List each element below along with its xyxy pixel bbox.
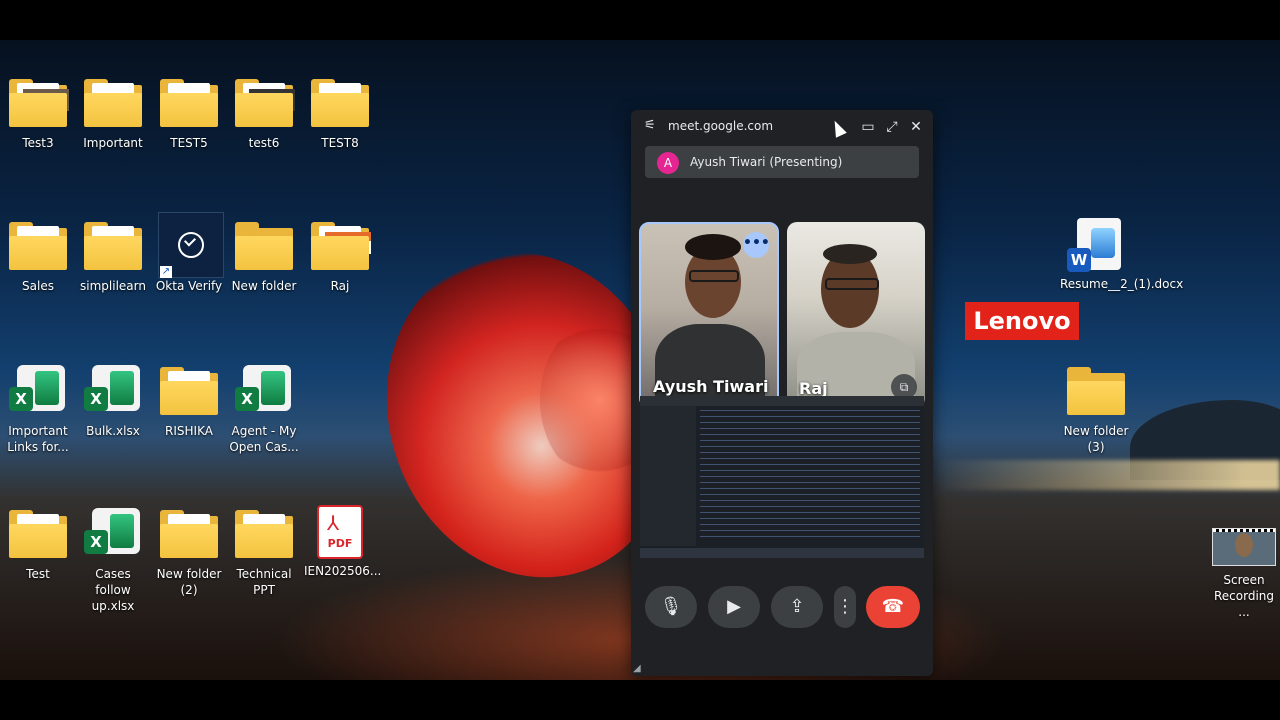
desktop-icon-label: Important	[83, 136, 143, 150]
desktop-icon-label: Resume__2_(1).docx	[1060, 277, 1184, 291]
present-screen-button[interactable]: ⇪	[771, 586, 823, 628]
desktop-icon-label: Bulk.xlsx	[86, 424, 140, 438]
desktop-icon-label: Test3	[22, 136, 54, 150]
desktop-icon-label: Screen Recording ...	[1213, 573, 1275, 619]
desktop-icon-agent-open-cases[interactable]: X Agent - My Open Cas...	[228, 365, 300, 455]
desktop-icon-label: New folder (3)	[1063, 424, 1129, 454]
desktop-icon-bulk-xlsx[interactable]: X Bulk.xlsx	[77, 365, 149, 439]
desktop-icon-important[interactable]: Important	[77, 77, 149, 151]
participant-tile-ayush[interactable]: ••• Ayush Tiwari	[639, 222, 779, 408]
presenting-banner[interactable]: A Ayush Tiwari (Presenting)	[645, 146, 919, 178]
shortcut-arrow-icon: ↗	[160, 266, 172, 278]
desktop-icon-new-folder[interactable]: New folder	[228, 220, 300, 294]
folder-icon	[235, 220, 293, 272]
wallpaper-coast-lights	[935, 460, 1280, 490]
meet-pip-window[interactable]: ⚟ meet.google.com ▭ ⤢ ✕ A Ayush Tiwari (…	[631, 110, 933, 676]
desktop-icon-new-folder-3[interactable]: New folder (3)	[1060, 365, 1132, 455]
close-icon[interactable]: ✕	[906, 117, 926, 137]
desktop-icon-new-folder-2[interactable]: New folder (2)	[153, 508, 225, 598]
participant-name: Ayush Tiwari	[653, 377, 769, 396]
desktop-icon-label: TEST8	[321, 136, 359, 150]
desktop-icon-sales[interactable]: Sales	[2, 220, 74, 294]
more-vertical-icon: ⋮	[836, 596, 854, 617]
microphone-icon: 🎙	[659, 596, 683, 617]
desktop-icon-ien-pdf[interactable]: ⅄ PDF IEN202506...	[304, 505, 382, 579]
meet-url: meet.google.com	[668, 119, 774, 133]
presenter-label: Ayush Tiwari (Presenting)	[690, 155, 843, 169]
folder-icon	[84, 220, 142, 272]
desktop-icon-simplilearn[interactable]: simplilearn	[77, 220, 149, 294]
desktop-icon-technical-ppt[interactable]: Technical PPT	[228, 508, 300, 598]
desktop-icon-label: test6	[248, 136, 280, 150]
desktop-icon-test[interactable]: Test	[2, 508, 74, 582]
desktop-icon-cases-follow-up[interactable]: X Cases follow up.xlsx	[77, 508, 149, 614]
excel-file-icon: X	[84, 365, 142, 417]
folder-icon	[9, 508, 67, 560]
desktop-icon-important-links[interactable]: X Important Links for...	[2, 365, 74, 455]
desktop-icon-label: Sales	[22, 279, 54, 293]
acrobat-icon: ⅄	[327, 511, 340, 535]
desktop-icon-label: simplilearn	[80, 279, 146, 293]
hang-up-icon: ☎	[881, 596, 905, 617]
desktop-icon-label: Okta Verify	[155, 279, 223, 293]
letterbox-top	[0, 0, 1280, 40]
folder-icon	[311, 77, 369, 129]
desktop-icon-label: Test	[26, 567, 50, 581]
desktop-icon-screen-recording[interactable]: Screen Recording ...	[1208, 528, 1280, 620]
desktop-icon-test5[interactable]: TEST5	[153, 77, 225, 151]
folder-icon	[160, 365, 218, 417]
camera-icon: ▶	[727, 596, 741, 617]
resize-grip-icon[interactable]: ◢	[633, 664, 643, 674]
desktop-icon-okta-verify[interactable]: ↗ Okta Verify	[153, 212, 225, 294]
desktop-icon-label: Important Links for...	[7, 424, 69, 454]
desktop-icon-label: TEST5	[170, 136, 208, 150]
microphone-button[interactable]: 🎙	[645, 586, 697, 628]
more-options-button[interactable]: ⋮	[834, 586, 856, 628]
folder-icon	[235, 508, 293, 560]
desktop-icon-label: New folder (2)	[156, 567, 222, 597]
folder-icon	[84, 77, 142, 129]
camera-button[interactable]: ▶	[708, 586, 760, 628]
word-file-icon: W	[1067, 218, 1125, 272]
desktop-icon-test8[interactable]: TEST8	[304, 77, 376, 151]
excel-file-icon: X	[235, 365, 293, 417]
desktop-icon-raj[interactable]: Raj	[304, 220, 376, 294]
folder-icon	[160, 508, 218, 560]
desktop-icon-test3[interactable]: Test3	[2, 77, 74, 151]
participant-tile-raj[interactable]: ⧉ Raj	[787, 222, 925, 408]
folder-icon	[235, 77, 295, 129]
presenter-avatar: A	[657, 152, 679, 174]
desktop-icon-label: Cases follow up.xlsx	[91, 567, 135, 613]
screen-share-preview	[640, 396, 924, 558]
lenovo-logo: Lenovo	[965, 302, 1079, 340]
desktop-icon-label: Technical PPT	[236, 567, 292, 597]
desktop-icon-label: RISHIKA	[165, 424, 213, 438]
folder-icon	[311, 220, 371, 272]
video-thumbnail-icon	[1212, 528, 1276, 566]
folder-icon	[9, 220, 67, 272]
pdf-file-icon: ⅄ PDF	[311, 505, 369, 559]
folder-icon	[9, 77, 69, 129]
desktop-icon-rishika[interactable]: RISHIKA	[153, 365, 225, 439]
meet-titlebar[interactable]: ⚟ meet.google.com ▭ ⤢ ✕	[631, 110, 933, 144]
desktop-icon-label: IEN202506...	[304, 564, 382, 578]
desktop-icon-test6[interactable]: test6	[228, 77, 300, 151]
call-controls: 🎙 ▶ ⇪ ⋮ ☎	[631, 554, 933, 630]
letterbox-bottom	[0, 680, 1280, 720]
present-screen-icon: ⇪	[789, 596, 805, 617]
okta-verify-icon: ↗	[158, 212, 224, 278]
leave-call-button[interactable]: ☎	[866, 586, 920, 628]
folder-icon	[1067, 365, 1125, 417]
folder-icon	[160, 77, 218, 129]
excel-file-icon: X	[9, 365, 67, 417]
desktop-icon-label: Agent - My Open Cas...	[229, 424, 299, 454]
desktop-icon-label: New folder	[231, 279, 297, 293]
participant-options-icon[interactable]: •••	[743, 232, 770, 258]
video-toggle-icon[interactable]: ▭	[858, 117, 878, 137]
back-to-tab-icon[interactable]: ⤢	[882, 117, 902, 137]
excel-file-icon: X	[84, 508, 142, 560]
desktop-icon-label: Raj	[330, 279, 350, 293]
desktop-icon-resume-docx[interactable]: W Resume__2_(1).docx	[1060, 218, 1184, 292]
site-settings-icon[interactable]: ⚟	[644, 119, 658, 132]
